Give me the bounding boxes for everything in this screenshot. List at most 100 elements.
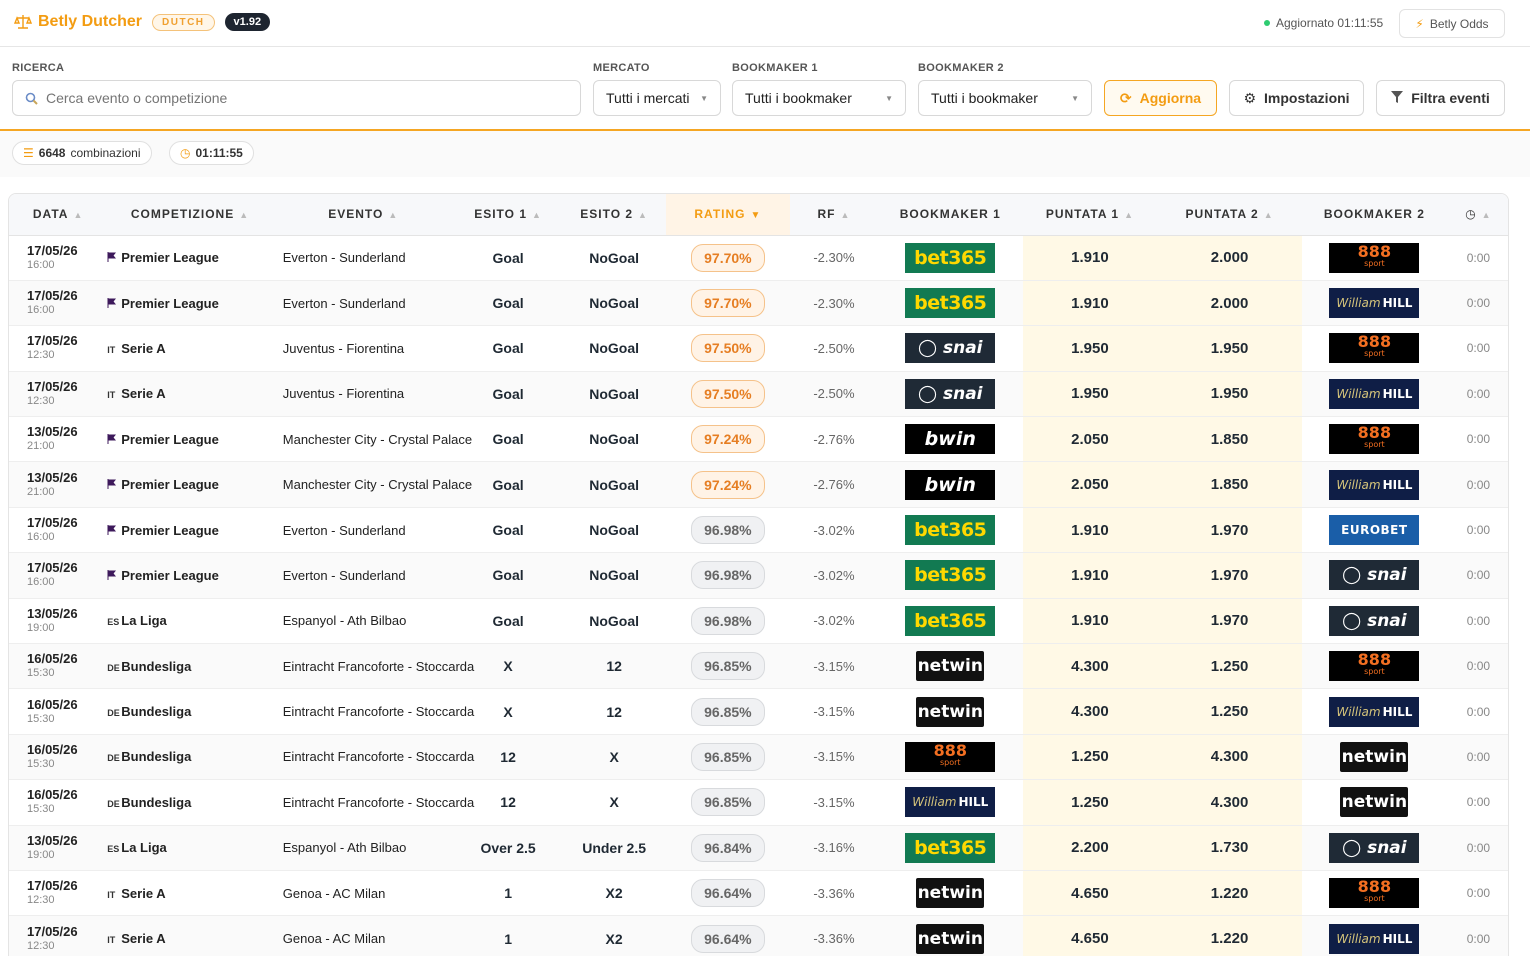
cell-rating: 97.24%	[665, 461, 790, 508]
table-row[interactable]: 16/05/26 15:30 DEBundesliga Eintracht Franc…	[9, 688, 1508, 735]
cell-age: 0:00	[1446, 325, 1508, 372]
table-row[interactable]: 17/05/26 16:00 Premier League Everton - Sun…	[9, 280, 1508, 327]
bwin-logo: bwin	[905, 469, 996, 500]
col-header-date[interactable]: DATA ▲	[9, 194, 108, 236]
search-input[interactable]	[46, 90, 526, 106]
bookmaker2-select[interactable]: Tutti i bookmaker ▼	[918, 80, 1092, 116]
table-row[interactable]: 16/05/26 15:30 DEBundesliga Eintracht Franc…	[9, 643, 1508, 690]
col-header-outcome2[interactable]: ESITO 2 ▲	[562, 194, 666, 236]
outcome1-text: Goal	[492, 476, 524, 493]
table-row[interactable]: 17/05/26 16:00 Premier League Everton - Sun…	[9, 552, 1508, 599]
outcome2-text: X2	[605, 930, 623, 947]
table-row[interactable]: 17/05/26 12:30 IT Serie A Genoa - AC Milan 1 X…	[9, 915, 1508, 956]
time-text: 15:30	[27, 757, 55, 770]
table-row[interactable]: 17/05/26 12:30 IT Serie A Juventus - Fiorent…	[9, 325, 1508, 372]
table-row[interactable]: 16/05/26 15:30 DEBundesliga Eintracht Franc…	[9, 734, 1508, 781]
cell-stake2: 1.250	[1157, 688, 1302, 735]
col-header-rating[interactable]: RATING ▼	[665, 194, 790, 236]
search-box[interactable]	[12, 80, 581, 116]
cell-age: 0:00	[1446, 598, 1508, 645]
cell-bookmaker2: 888 sport	[1301, 643, 1447, 690]
app-title: Betly Dutcher	[38, 13, 143, 30]
time-text: 15:30	[27, 667, 55, 680]
cell-event: Everton - Sunderland	[272, 235, 454, 281]
brand[interactable]: Betly Dutcher DUTCH v1.92	[14, 13, 271, 31]
date-text: 17/05/26	[27, 923, 78, 939]
col-header-age[interactable]: ◷ ▲	[1446, 194, 1508, 236]
stake1-text: 4.300	[1071, 703, 1109, 721]
col-header-bookmaker1[interactable]: BOOKMAKER 1	[877, 194, 1023, 236]
table-row[interactable]: 13/05/26 19:00 ES La Liga Espanyol - Ath Bil…	[9, 598, 1508, 645]
outcome2-text: NoGoal	[589, 476, 639, 493]
table-row[interactable]: 13/05/26 21:00 Premier League Manchester Ci…	[9, 461, 1508, 508]
filter-events-button[interactable]: Filtra eventi	[1376, 80, 1505, 116]
stake1-text: 4.650	[1071, 884, 1109, 902]
market-select[interactable]: Tutti i mercati ▼	[593, 80, 721, 116]
table-row[interactable]: 17/05/26 12:30 IT Serie A Juventus - Fiorent…	[9, 371, 1508, 418]
col-header-rf[interactable]: RF ▲	[789, 194, 878, 236]
date-text: 17/05/26	[27, 333, 78, 349]
chevron-down-icon: ▼	[700, 94, 708, 103]
filter-events-label: Filtra eventi	[1411, 90, 1490, 106]
cell-event: Everton - Sunderland	[272, 507, 454, 554]
cell-event: Espanyol - Ath Bilbao	[272, 598, 454, 645]
date-text: 17/05/26	[27, 378, 78, 394]
time-text: 19:00	[27, 621, 55, 634]
cell-stake1: 4.300	[1022, 643, 1158, 690]
country-flag-icon: IT	[107, 935, 116, 946]
cell-rf: -3.36%	[789, 870, 878, 917]
col-header-bookmaker2[interactable]: BOOKMAKER 2	[1301, 194, 1447, 236]
col-header-stake2[interactable]: PUNTATA 2 ▲	[1157, 194, 1302, 236]
col-header-label: ESITO 1	[474, 207, 528, 222]
col-header-competition[interactable]: COMPETIZIONE ▲	[107, 194, 273, 236]
col-header-event[interactable]: EVENTO ▲	[272, 194, 454, 236]
col-header-outcome1[interactable]: ESITO 1 ▲	[453, 194, 563, 236]
time-text: 15:30	[27, 712, 55, 725]
rf-text: -2.76%	[813, 431, 855, 447]
table-row[interactable]: 17/05/26 16:00 Premier League Everton - Sun…	[9, 507, 1508, 554]
competition-text: Serie A	[121, 340, 166, 356]
sort-icon: ▲	[388, 210, 399, 221]
competition-text: Bundesliga	[121, 704, 192, 720]
cell-age: 0:00	[1446, 825, 1508, 871]
cell-stake2: 2.000	[1157, 235, 1302, 281]
date-text: 17/05/26	[27, 242, 78, 258]
bookmaker1-select[interactable]: Tutti i bookmaker ▼	[732, 80, 906, 116]
rating-badge: 96.64%	[691, 924, 765, 953]
cell-bookmaker1: netwin	[877, 915, 1023, 956]
table-row[interactable]: 17/05/26 12:30 IT Serie A Genoa - AC Milan 1 X…	[9, 870, 1508, 917]
cell-outcome2: NoGoal	[562, 371, 666, 418]
country-flag-icon: IT	[107, 344, 116, 355]
list-icon: ☰	[23, 146, 34, 160]
date-text: 16/05/26	[27, 696, 78, 712]
stake1-text: 1.910	[1071, 566, 1109, 584]
table-row[interactable]: 13/05/26 19:00 ES La Liga Espanyol - Ath Bil…	[9, 825, 1508, 871]
cell-date: 13/05/26 21:00	[9, 416, 108, 463]
filter-bar: RICERCA MERCATO Tutti i mercati ▼ BOOKMA…	[0, 48, 1530, 131]
stake1-text: 1.250	[1071, 793, 1109, 811]
outcome1-text: Goal	[492, 340, 524, 357]
cell-rf: -3.16%	[789, 825, 878, 871]
williamhill-logo: William HILL	[1329, 469, 1420, 500]
combinations-pill: ☰ 6648 combinazioni	[12, 141, 152, 165]
cell-bookmaker1: netwin	[877, 688, 1023, 735]
time-text: 19:00	[27, 848, 55, 861]
country-flag-icon: ES	[107, 617, 120, 628]
cell-outcome2: X	[562, 734, 666, 781]
rating-badge: 96.84%	[691, 833, 765, 862]
netwin-logo: netwin	[916, 651, 985, 682]
cell-bookmaker2: 888 sport	[1301, 416, 1447, 463]
competition-text: Premier League	[121, 431, 219, 447]
cell-bookmaker2: ◯ snai	[1301, 825, 1447, 871]
cell-competition: DEBundesliga	[107, 779, 273, 826]
rf-text: -3.15%	[813, 704, 855, 720]
cell-stake1: 4.650	[1022, 915, 1158, 956]
table-row[interactable]: 16/05/26 15:30 DEBundesliga Eintracht Franc…	[9, 779, 1508, 826]
settings-button[interactable]: ⚙ Impostazioni	[1229, 80, 1364, 116]
betly-odds-button[interactable]: ⚡ Betly Odds	[1399, 9, 1505, 38]
table-row[interactable]: 13/05/26 21:00 Premier League Manchester Ci…	[9, 416, 1508, 463]
table-row[interactable]: 17/05/26 16:00 Premier League Everton - Sun…	[9, 235, 1508, 281]
cell-bookmaker2: William HILL	[1301, 280, 1447, 327]
col-header-stake1[interactable]: PUNTATA 1 ▲	[1022, 194, 1158, 236]
refresh-button[interactable]: ⟳ Aggiorna	[1104, 80, 1217, 116]
